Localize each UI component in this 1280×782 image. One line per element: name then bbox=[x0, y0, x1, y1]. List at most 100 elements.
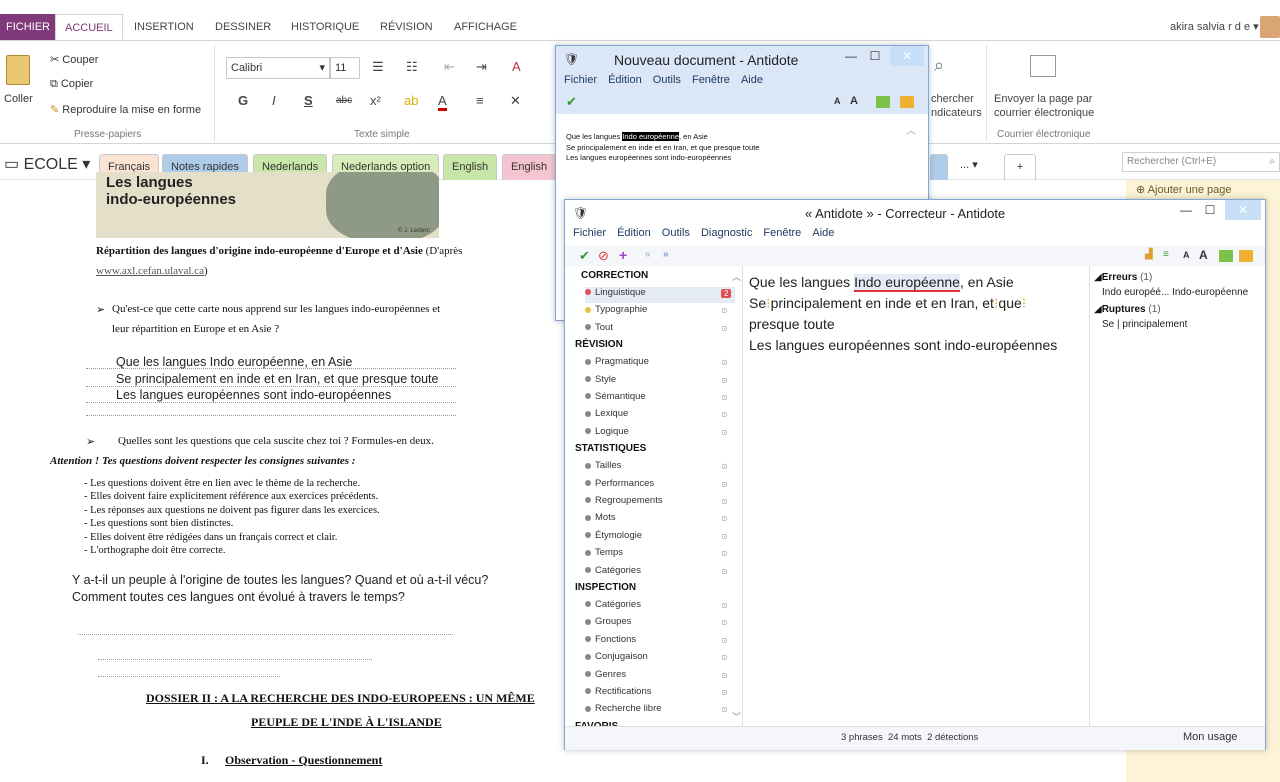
nav-item[interactable]: Tailles bbox=[585, 460, 735, 471]
align-icon[interactable]: ≡ bbox=[476, 93, 484, 108]
chart-icon[interactable]: ▟ bbox=[1145, 249, 1153, 260]
check-icon[interactable]: ✔ bbox=[579, 248, 590, 264]
search-input[interactable]: Rechercher (Ctrl+E) ⌕ bbox=[1122, 152, 1280, 172]
error-item[interactable]: Indo européé... Indo-européenne bbox=[1102, 287, 1248, 298]
maximize-button[interactable]: ☐ bbox=[1195, 200, 1225, 220]
ruptures-heading[interactable]: ◢Ruptures (1) bbox=[1094, 304, 1161, 315]
menu-aide[interactable]: Aide bbox=[741, 74, 763, 86]
nav-section[interactable]: INSPECTION bbox=[575, 582, 636, 593]
cut-button[interactable]: ✂ Couper bbox=[50, 53, 98, 66]
add-icon[interactable]: + bbox=[619, 247, 627, 263]
search-tags-icon[interactable]: ⌕ bbox=[934, 55, 944, 76]
nav-item[interactable]: Catégories bbox=[585, 565, 735, 576]
font-larger-icon[interactable]: A bbox=[1199, 248, 1208, 262]
scroll-up-icon[interactable]: ︿ bbox=[906, 122, 916, 137]
errors-heading[interactable]: ◢Erreurs (1) bbox=[1094, 272, 1152, 283]
menu-aide[interactable]: Aide bbox=[812, 227, 834, 239]
reject-icon[interactable]: ⊘ bbox=[598, 248, 609, 264]
nav-item[interactable]: Mots bbox=[585, 512, 735, 523]
underline-icon[interactable]: S bbox=[304, 93, 313, 108]
nav-section[interactable]: STATISTIQUES bbox=[575, 443, 646, 454]
nav-item[interactable]: Recherche libre bbox=[585, 703, 735, 714]
notebook-selector[interactable]: ▭ ECOLE ▾ bbox=[4, 154, 90, 174]
add-section-button[interactable]: + bbox=[1004, 154, 1036, 180]
nav-item[interactable]: Rectifications bbox=[585, 686, 735, 697]
menu-fichier[interactable]: Fichier bbox=[564, 74, 597, 86]
nav-section[interactable]: CORRECTION bbox=[581, 270, 648, 281]
nav-item[interactable]: Fonctions bbox=[585, 634, 735, 645]
tab-fichier[interactable]: FICHIER bbox=[0, 14, 56, 40]
tab-dessiner[interactable]: DESSINER bbox=[206, 14, 280, 40]
nav-item[interactable]: Performances bbox=[585, 478, 735, 489]
nav-item[interactable]: Genres bbox=[585, 669, 735, 680]
increase-indent-icon[interactable]: ⇥ bbox=[476, 59, 487, 75]
close-button[interactable]: ✕ bbox=[890, 46, 924, 66]
nav-item[interactable]: Style bbox=[585, 374, 735, 385]
more-sections-button[interactable]: ... ▾ bbox=[960, 158, 978, 171]
nav-item[interactable]: Conjugaison bbox=[585, 651, 735, 662]
answer-1-line-2[interactable]: Se principalement en inde et en Iran, et… bbox=[116, 372, 438, 386]
section-tab-partial[interactable] bbox=[930, 154, 948, 180]
email-icon[interactable] bbox=[1030, 55, 1056, 77]
font-size-combo[interactable]: 11 bbox=[330, 57, 360, 79]
nav-scroll-down-icon[interactable]: ﹀ bbox=[732, 710, 741, 723]
answer-2-line-1[interactable]: Y a-t-il un peuple à l'origine de toutes… bbox=[72, 573, 488, 587]
nav-item[interactable]: Temps bbox=[585, 547, 735, 558]
highlight-icon[interactable]: ab bbox=[404, 93, 418, 108]
corrector-text[interactable]: Que les langues Indo européenne, en Asie… bbox=[749, 272, 1057, 356]
nav-item[interactable]: Linguistique bbox=[585, 287, 735, 303]
copy-button[interactable]: ⧉ Copier bbox=[50, 78, 93, 91]
rupture-marker[interactable]: ⁝ bbox=[1022, 295, 1026, 311]
decrease-indent-icon[interactable]: ⇤ bbox=[444, 59, 455, 75]
menu-fenetre[interactable]: Fenêtre bbox=[692, 74, 730, 86]
green-book-icon[interactable] bbox=[1219, 250, 1233, 262]
answer-2-line-2[interactable]: Comment toutes ces langues ont évolué à … bbox=[72, 590, 405, 604]
add-page-button[interactable]: ⊕ Ajouter une page bbox=[1136, 183, 1231, 196]
bullets-icon[interactable]: ☰ bbox=[372, 59, 384, 75]
nav-item[interactable]: Sémantique bbox=[585, 391, 735, 402]
menu-edition[interactable]: Édition bbox=[617, 227, 651, 239]
filter-icon[interactable]: ≡ bbox=[1163, 249, 1169, 260]
previous-icon[interactable]: « bbox=[645, 249, 651, 260]
nav-item[interactable]: Pragmatique bbox=[585, 356, 735, 367]
bold-icon[interactable]: G bbox=[238, 93, 248, 108]
font-larger-icon[interactable]: A bbox=[850, 95, 858, 107]
menu-outils[interactable]: Outils bbox=[662, 227, 690, 239]
source-link[interactable]: www.axl.cefan.ulaval.ca bbox=[96, 265, 204, 277]
section-tab-english-option[interactable]: English o bbox=[502, 154, 556, 180]
menu-diagnostic[interactable]: Diagnostic bbox=[701, 227, 752, 239]
format-painter-button[interactable]: ✎ Reproduire la mise en forme bbox=[50, 103, 201, 116]
close-icon[interactable]: ✕ bbox=[510, 93, 521, 109]
font-color-icon[interactable]: A bbox=[438, 93, 447, 111]
menu-fichier[interactable]: Fichier bbox=[573, 227, 606, 239]
menu-fenetre[interactable]: Fenêtre bbox=[763, 227, 801, 239]
nav-item[interactable]: Groupes bbox=[585, 616, 735, 627]
nav-scroll-up-icon[interactable]: ︿ bbox=[732, 270, 741, 283]
paste-icon[interactable] bbox=[6, 55, 30, 85]
maximize-button[interactable]: ☐ bbox=[860, 46, 890, 66]
document-text[interactable]: Que les langues Indo européenne, en Asie… bbox=[566, 132, 759, 164]
answer-1-line-3[interactable]: Les langues européennes sont indo-europé… bbox=[116, 388, 391, 402]
tab-insertion[interactable]: INSERTION bbox=[125, 14, 203, 40]
menu-outils[interactable]: Outils bbox=[653, 74, 681, 86]
section-tab-english[interactable]: English bbox=[443, 154, 498, 180]
rupture-item[interactable]: Se | principalement bbox=[1102, 319, 1187, 330]
check-icon[interactable]: ✔ bbox=[566, 94, 577, 110]
strikethrough-icon[interactable]: abc bbox=[336, 95, 352, 106]
nav-item[interactable]: Typographie bbox=[585, 304, 735, 315]
tab-revision[interactable]: RÉVISION bbox=[371, 14, 442, 40]
tab-historique[interactable]: HISTORIQUE bbox=[282, 14, 368, 40]
nav-item[interactable]: Regroupements bbox=[585, 495, 735, 506]
orange-book-icon[interactable] bbox=[1239, 250, 1253, 262]
usage-button[interactable]: Mon usage bbox=[1183, 731, 1237, 743]
clear-format-icon[interactable]: A bbox=[512, 59, 521, 74]
close-button[interactable]: ✕ bbox=[1225, 200, 1261, 220]
paste-button[interactable]: Coller bbox=[4, 93, 33, 105]
font-smaller-icon[interactable]: A bbox=[1183, 250, 1190, 260]
user-name[interactable]: akira salvia r d e ▾ bbox=[1170, 20, 1259, 33]
next-icon[interactable]: » bbox=[663, 249, 669, 260]
font-smaller-icon[interactable]: A bbox=[834, 96, 841, 106]
menu-edition[interactable]: Édition bbox=[608, 74, 642, 86]
superscript-icon[interactable]: x² bbox=[370, 93, 381, 108]
tab-accueil[interactable]: ACCUEIL bbox=[55, 14, 123, 40]
